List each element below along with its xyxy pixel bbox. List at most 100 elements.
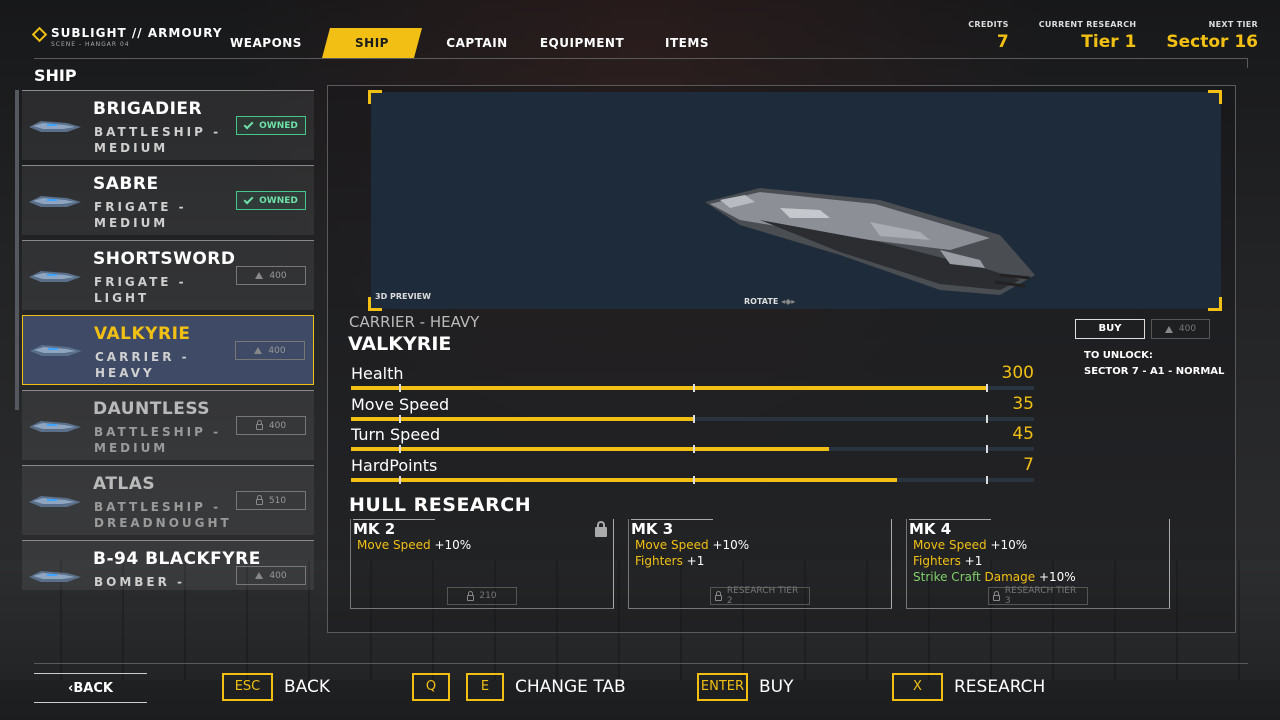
badge-text: 400 xyxy=(269,270,287,281)
ship-thumbnail xyxy=(23,316,89,384)
buy-cost-value: 400 xyxy=(1178,324,1197,334)
ship-list-item[interactable]: SABRE FRIGATE - MEDIUM OWNED xyxy=(22,165,314,235)
stat-label: Move Speed xyxy=(351,394,450,414)
research-card[interactable]: MK 3 Move Speed +10% Fighters +1 RESEARCH T… xyxy=(628,519,892,609)
research-bonus: Fighters +1 xyxy=(913,553,1076,569)
ship-list-item[interactable]: DAUNTLESS BATTLESHIP - MEDIUM 400 xyxy=(22,390,314,460)
ship-name: BRIGADIER xyxy=(93,99,203,119)
tab-weapons[interactable]: WEAPONS xyxy=(210,28,322,58)
tab-equipment[interactable]: EQUIPMENT xyxy=(532,28,632,58)
tab-captain[interactable]: CAPTAIN xyxy=(422,28,532,58)
frigate-thumb-icon xyxy=(29,270,81,282)
carrier-thumb-icon xyxy=(30,345,82,356)
ship-class: BATTLESHIP - DREADNOUGHT xyxy=(94,500,232,530)
bomber-thumb-icon xyxy=(29,570,81,582)
badge-text: 400 xyxy=(269,570,287,581)
research-value: Tier 1 xyxy=(1081,32,1137,52)
stat-bar-tick xyxy=(692,414,695,423)
research-bonuses: Move Speed +10% Fighters +1 Strike Craft D… xyxy=(913,537,1076,585)
stat-label: HardPoints xyxy=(351,455,438,475)
badge-text: OWNED xyxy=(259,120,298,131)
stat-bar xyxy=(351,414,1034,423)
research-bonus: Move Speed +10% xyxy=(635,537,749,553)
dreadnought-thumb-icon xyxy=(29,495,81,507)
tab-items[interactable]: ITEMS xyxy=(632,28,742,58)
ship-list-item[interactable]: ATLAS BATTLESHIP - DREADNOUGHT 510 xyxy=(22,465,314,535)
rotate-control[interactable]: ROTATE ◂◆▸ xyxy=(744,297,795,306)
back-button[interactable]: ‹BACK xyxy=(34,673,147,703)
stat-bar-tick xyxy=(692,384,695,392)
buy-cost: 400 xyxy=(1151,319,1210,339)
enter-key[interactable]: ENTER xyxy=(697,673,748,701)
ship-name: VALKYRIE xyxy=(94,324,191,344)
ship-list-item[interactable]: B-94 BLACKFYRE BOMBER -400 xyxy=(22,540,314,590)
preview-frame-corner xyxy=(1208,90,1222,104)
esc-key[interactable]: ESC xyxy=(222,673,273,701)
stat-bar xyxy=(351,445,1034,453)
research-cost-text: RESEARCH TIER 3 xyxy=(1004,586,1077,606)
stat-bar-tick xyxy=(398,445,401,453)
preview-frame-corner xyxy=(1208,297,1222,311)
bonus-text: Damage xyxy=(984,570,1036,584)
research-card[interactable]: MK 2 Move Speed +10% 210 xyxy=(350,519,614,609)
ship-status-badge: 400 xyxy=(236,266,306,285)
bonus-text: Move Speed xyxy=(913,538,987,552)
header-divider xyxy=(34,58,1248,59)
ship-list-item[interactable]: BRIGADIER BATTLESHIP - MEDIUM OWNED xyxy=(22,90,314,160)
ship-name: SABRE xyxy=(93,174,159,194)
battleship-thumb-icon xyxy=(29,420,81,432)
ship-thumbnail xyxy=(22,166,88,235)
stat-bar-fill xyxy=(351,416,693,421)
research-bonuses: Move Speed +10% xyxy=(357,537,471,553)
q-key[interactable]: Q xyxy=(412,673,450,701)
ship-class: FRIGATE - MEDIUM xyxy=(94,200,187,230)
esc-action-label: BACK xyxy=(284,677,331,697)
ship-class: BATTLESHIP - MEDIUM xyxy=(94,125,222,155)
bonus-text: Fighters xyxy=(913,554,961,568)
badge-text: 510 xyxy=(268,495,287,506)
bonus-text: Move Speed xyxy=(357,538,431,552)
ship-list-item[interactable]: SHORTSWORD FRIGATE - LIGHT 400 xyxy=(22,240,314,310)
ship-name: VALKYRIE xyxy=(348,333,452,355)
research-cost-text: 210 xyxy=(479,591,497,601)
stat-value: 35 xyxy=(1012,393,1034,414)
research-cost: RESEARCH TIER 3 xyxy=(988,586,1088,606)
tab-ship[interactable]: SHIP xyxy=(322,28,422,58)
ship-status-badge: 400 xyxy=(236,566,306,585)
stat-label: Health xyxy=(351,364,404,383)
stat-value: 45 xyxy=(1012,424,1034,444)
e-key[interactable]: E xyxy=(466,673,504,701)
current-research: CURRENT RESEARCH Tier 1 xyxy=(1039,20,1137,52)
lock-icon xyxy=(715,590,722,601)
bonus-text: Move Speed xyxy=(635,538,709,552)
change-tab-label: CHANGE TAB xyxy=(515,677,626,697)
stat-bar-tick xyxy=(398,475,401,484)
ship-class: CARRIER - HEAVY xyxy=(349,313,480,331)
ship-thumbnail xyxy=(22,91,88,160)
ship-list-item[interactable]: VALKYRIE CARRIER - HEAVY 400 xyxy=(22,315,314,385)
rotate-arrows-icon: ◂◆▸ xyxy=(781,297,796,306)
ship-class: CARRIER - HEAVY xyxy=(95,350,190,380)
x-key[interactable]: X xyxy=(892,673,943,701)
battleship-thumb-icon xyxy=(29,120,81,132)
resource-stats: CREDITS 7 CURRENT RESEARCH Tier 1 NEXT T… xyxy=(968,20,1258,52)
bonus-text: Strike Craft xyxy=(913,570,985,584)
research-bonuses: Move Speed +10% Fighters +1 xyxy=(635,537,749,569)
research-card-title: MK 2 xyxy=(353,519,436,538)
ship-name: ATLAS xyxy=(93,474,156,494)
bonus-text: +10% xyxy=(1035,570,1076,584)
preview-frame-corner xyxy=(368,90,382,104)
ship-thumbnail xyxy=(22,241,88,310)
hull-research-title: HULL RESEARCH xyxy=(349,494,532,516)
ship-class: BATTLESHIP - MEDIUM xyxy=(94,425,222,455)
stat-bar xyxy=(351,384,1034,392)
research-card[interactable]: MK 4 Move Speed +10% Fighters +1 Strike Cra… xyxy=(906,519,1170,609)
ship-list-scrollbar[interactable] xyxy=(15,90,19,410)
stat-bar-tick xyxy=(986,414,989,423)
ship-status-badge: 400 xyxy=(235,341,305,360)
ship-thumbnail xyxy=(22,466,88,535)
buy-button[interactable]: BUY xyxy=(1075,319,1145,339)
bonus-text: Fighters xyxy=(635,554,683,568)
next-tier-value: Sector 16 xyxy=(1166,32,1258,52)
ship-status-badge: 400 xyxy=(236,416,306,435)
